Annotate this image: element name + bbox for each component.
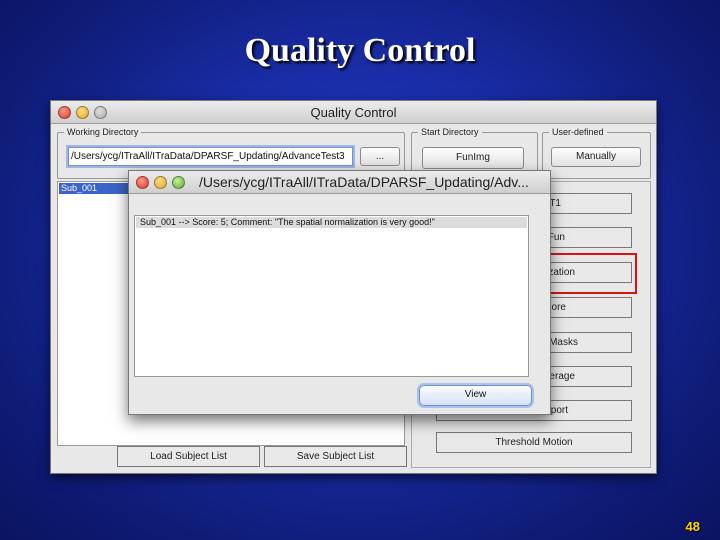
dialog-title: /Users/ycg/ITraAll/ITraData/DPARSF_Updat… bbox=[199, 174, 529, 190]
threshold-motion-button[interactable]: Threshold Motion bbox=[436, 432, 632, 453]
minimize-icon[interactable] bbox=[154, 176, 167, 189]
working-directory-legend: Working Directory bbox=[67, 127, 139, 137]
browse-button[interactable]: ... bbox=[360, 147, 400, 166]
view-button[interactable]: View bbox=[419, 385, 532, 406]
window-title: Quality Control bbox=[310, 105, 397, 120]
list-item[interactable]: Sub_001 --> Score: 5; Comment: "The spat… bbox=[136, 217, 527, 228]
dialog-titlebar: /Users/ycg/ITraAll/ITraData/DPARSF_Updat… bbox=[129, 171, 550, 194]
page-number: 48 bbox=[685, 519, 700, 534]
save-subject-list-button[interactable]: Save Subject List bbox=[264, 446, 407, 467]
score-list[interactable]: Sub_001 --> Score: 5; Comment: "The spat… bbox=[134, 215, 529, 377]
funimg-button[interactable]: FunImg bbox=[422, 147, 524, 169]
manually-button[interactable]: Manually bbox=[551, 147, 641, 167]
user-defined-legend: User-defined bbox=[552, 127, 604, 137]
zoom-icon[interactable] bbox=[172, 176, 185, 189]
working-directory-input[interactable]: /Users/ycg/ITraAll/ITraData/DPARSF_Updat… bbox=[68, 147, 353, 166]
score-dialog: /Users/ycg/ITraAll/ITraData/DPARSF_Updat… bbox=[128, 170, 551, 415]
slide-title: Quality Control bbox=[244, 32, 476, 69]
load-subject-list-button[interactable]: Load Subject List bbox=[117, 446, 260, 467]
start-directory-legend: Start Directory bbox=[421, 127, 479, 137]
close-icon[interactable] bbox=[136, 176, 149, 189]
window-titlebar: Quality Control bbox=[51, 101, 656, 124]
